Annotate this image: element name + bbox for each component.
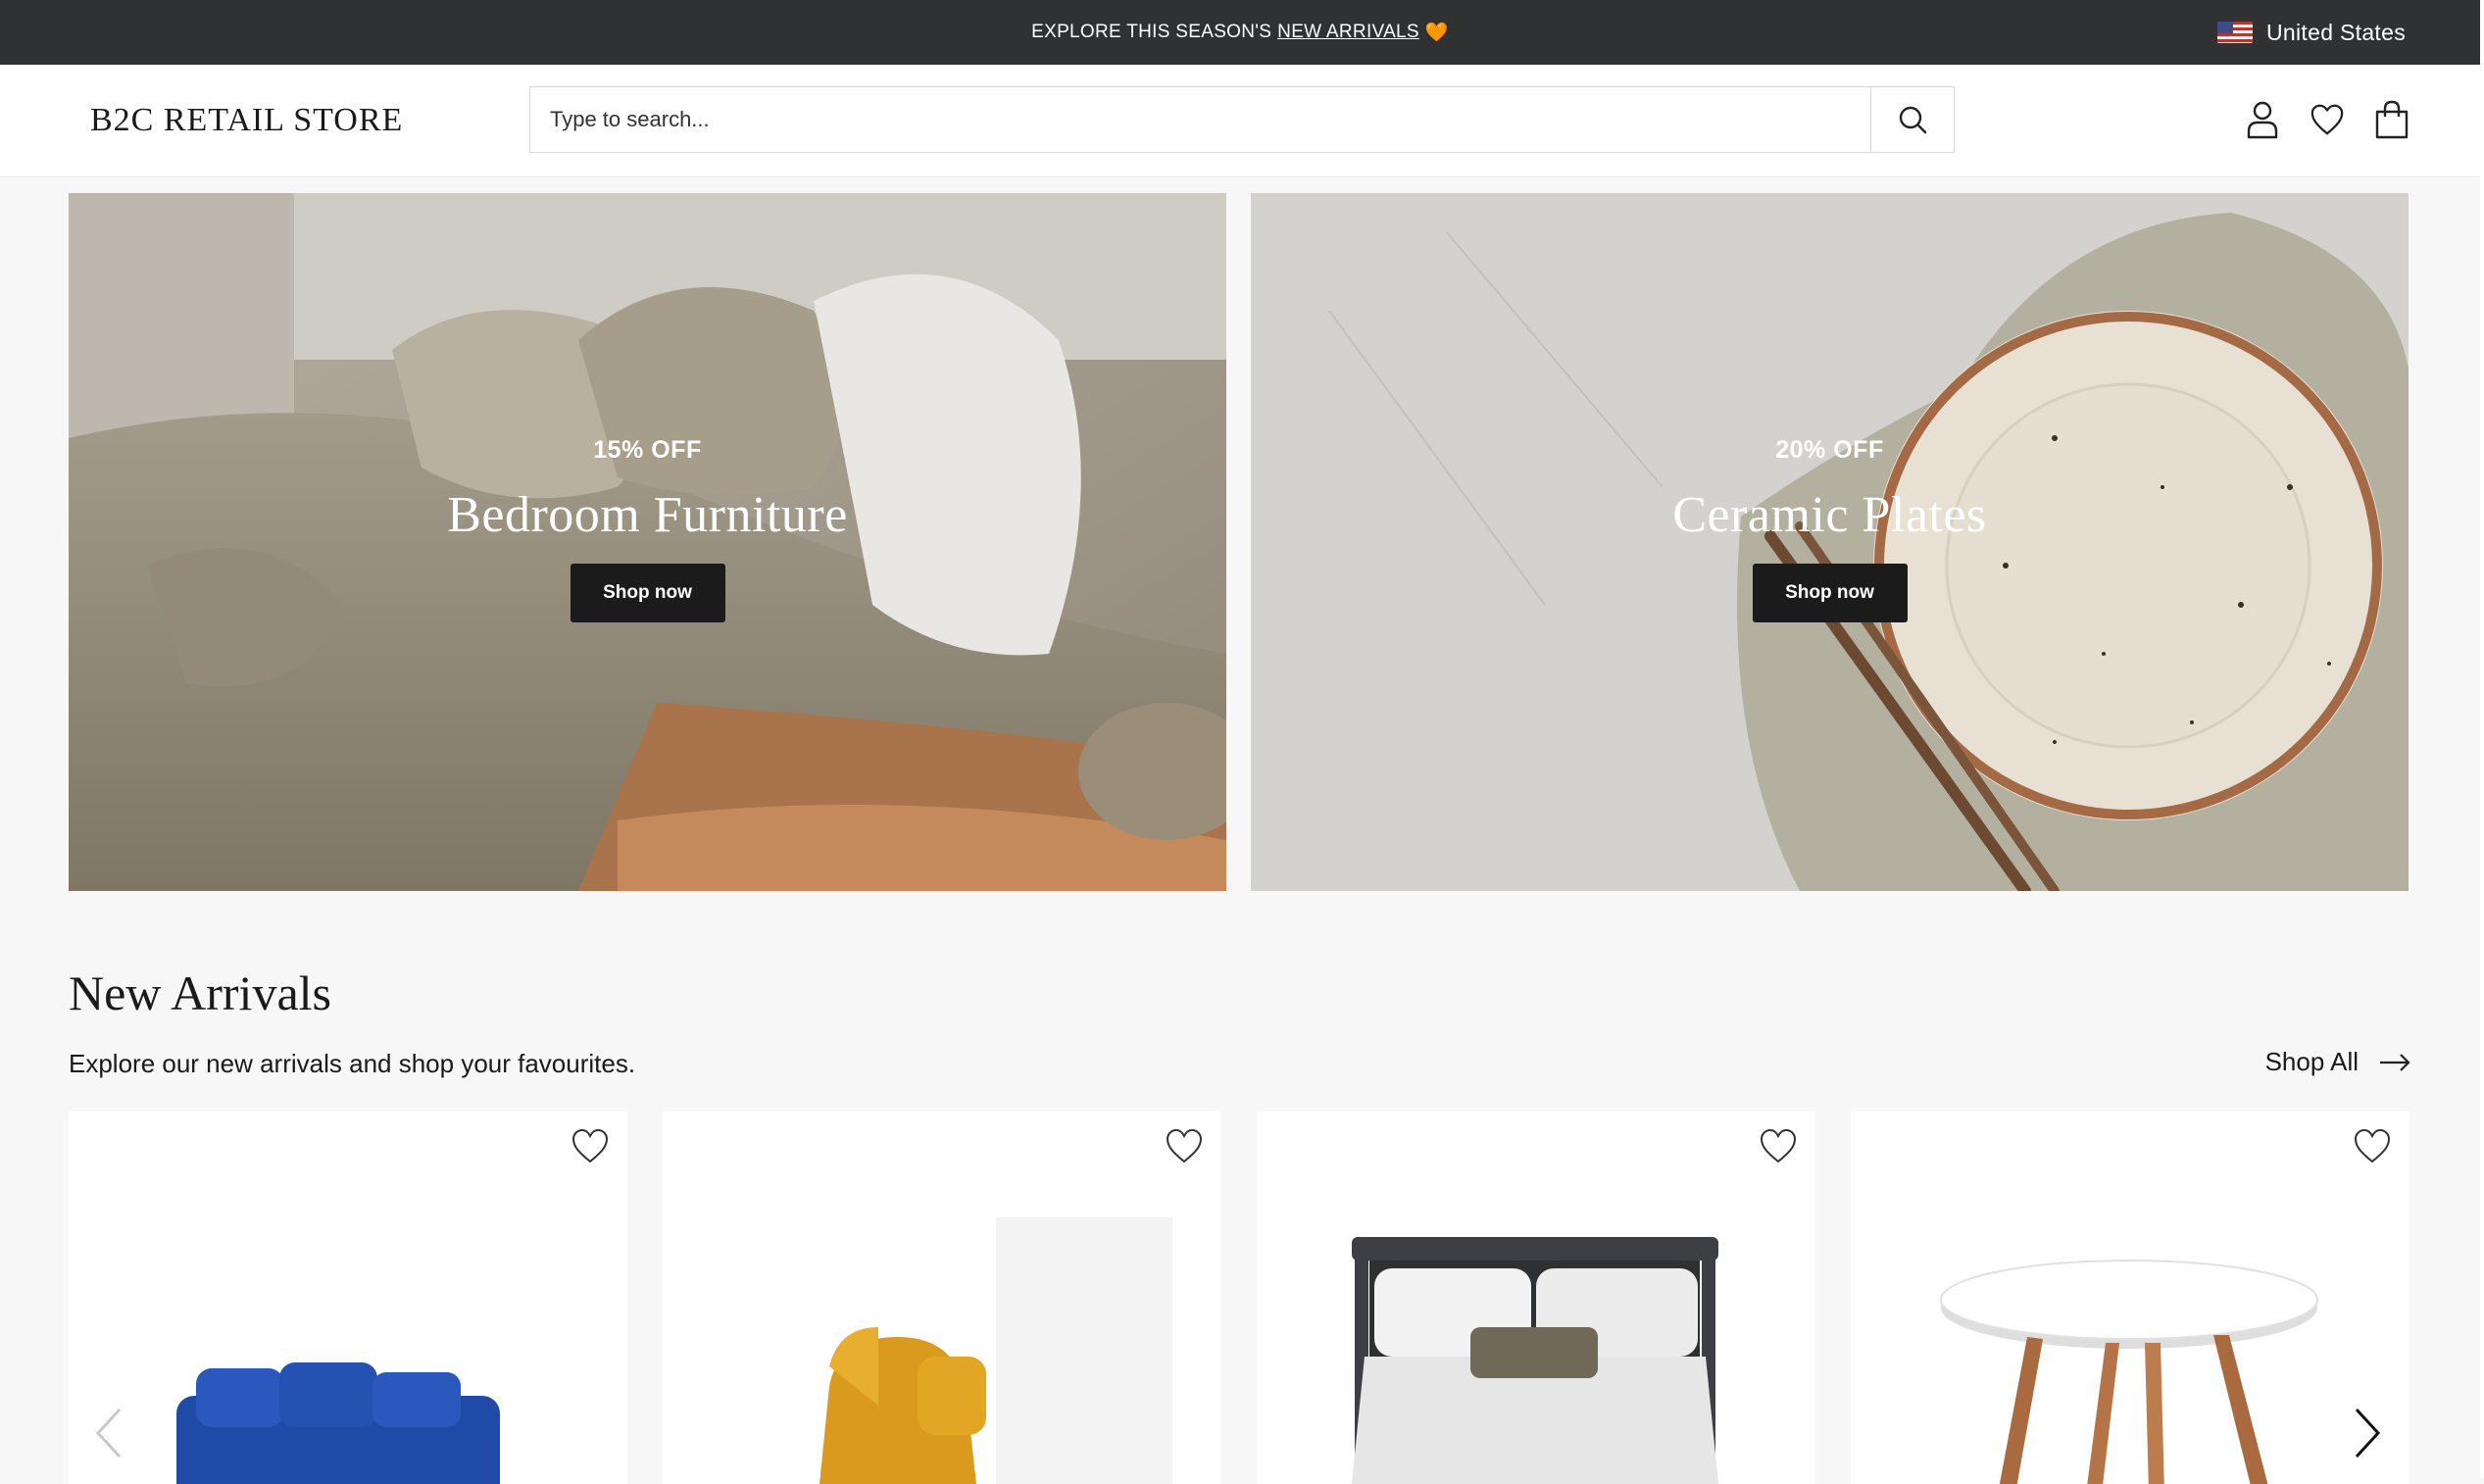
heart-icon — [2310, 104, 2344, 135]
heart-icon[interactable] — [2353, 1127, 2392, 1166]
shop-now-button[interactable]: Shop now — [570, 564, 725, 622]
search-input[interactable] — [530, 87, 1865, 152]
store-logo[interactable]: B2C RETAIL STORE — [90, 102, 403, 139]
country-label: United States — [2266, 19, 2406, 45]
bed-image — [1352, 1237, 1718, 1484]
announcement-text: EXPLORE THIS SEASON'S — [1031, 22, 1272, 42]
heart-icon[interactable] — [571, 1127, 610, 1166]
carousel-prev-button[interactable] — [90, 1404, 129, 1462]
yellow-armchair-image — [820, 1217, 1172, 1484]
bedroom-furniture-banner[interactable]: 15% OFF Bedroom Furniture Shop now — [69, 193, 1226, 891]
product-card[interactable] — [1851, 1112, 2409, 1484]
us-flag-icon — [2217, 22, 2254, 43]
search-bar — [529, 86, 1955, 153]
banner-discount: 20% OFF — [1775, 436, 1884, 464]
cart-button[interactable] — [2374, 100, 2409, 139]
product-card[interactable] — [69, 1112, 627, 1484]
banner-title: Bedroom Furniture — [447, 487, 848, 543]
account-button[interactable] — [2245, 100, 2280, 139]
carousel-next-button[interactable] — [2347, 1404, 2386, 1462]
product-card[interactable] — [663, 1112, 1221, 1484]
round-table-image — [1940, 1260, 2318, 1484]
shop-all-label: Shop All — [2264, 1047, 2359, 1076]
heart-icon[interactable] — [1759, 1127, 1798, 1166]
section-title: New Arrivals — [69, 965, 331, 1020]
site-header: B2C RETAIL STORE — [0, 65, 2480, 177]
arrow-right-icon — [2380, 1053, 2410, 1071]
blue-sofa-image — [176, 1362, 500, 1484]
user-icon — [2247, 101, 2278, 139]
new-arrivals-link[interactable]: NEW ARRIVALS — [1277, 22, 1419, 43]
banner-discount: 15% OFF — [593, 436, 702, 464]
shop-now-button[interactable]: Shop now — [1752, 564, 1908, 622]
announcement-bar: EXPLORE THIS SEASON'S NEW ARRIVALS 🧡 Uni… — [0, 0, 2480, 65]
heart-icon[interactable] — [1165, 1127, 1204, 1166]
ceramic-plates-banner[interactable]: 20% OFF Ceramic Plates Shop now — [1251, 193, 2409, 891]
section-subtitle: Explore our new arrivals and shop your f… — [69, 1049, 636, 1078]
banner-title: Ceramic Plates — [1672, 487, 1987, 543]
shop-all-link[interactable]: Shop All — [2265, 1047, 2411, 1077]
search-button[interactable] — [1870, 87, 1954, 152]
product-card[interactable] — [1257, 1112, 1815, 1484]
window-edge — [2480, 0, 2484, 1478]
wishlist-button[interactable] — [2310, 100, 2345, 139]
search-icon — [1899, 106, 1927, 134]
country-selector[interactable]: United States — [2217, 0, 2406, 65]
shopping-bag-icon — [2375, 100, 2409, 139]
heart-emoji: 🧡 — [1424, 23, 1449, 43]
